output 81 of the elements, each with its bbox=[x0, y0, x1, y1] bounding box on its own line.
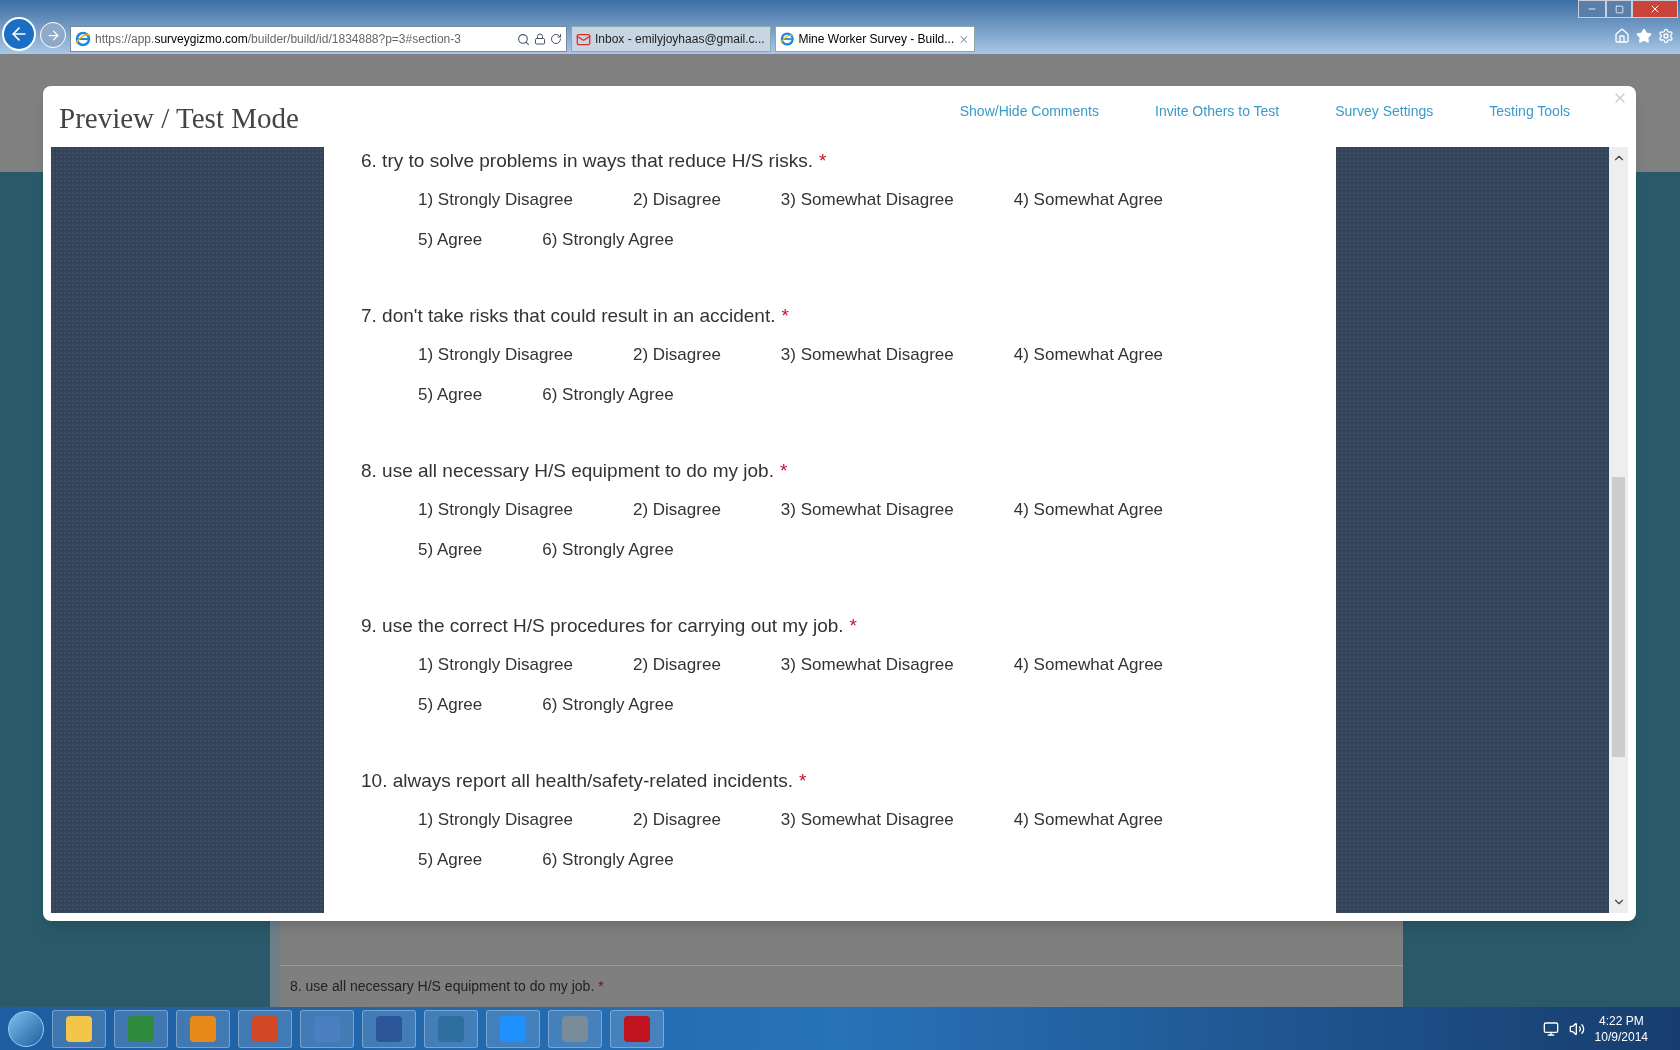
minimize-button[interactable] bbox=[1578, 0, 1606, 18]
taskbar-app-icon[interactable] bbox=[176, 1009, 230, 1048]
forward-button[interactable] bbox=[40, 22, 66, 48]
answer-option[interactable]: 4) Somewhat Agree bbox=[1013, 807, 1164, 828]
browser-tab[interactable]: Mine Worker Survey - Build... bbox=[775, 26, 975, 52]
answer-option[interactable]: 3) Somewhat Disagree bbox=[780, 342, 954, 363]
taskbar-app-icon[interactable] bbox=[610, 1009, 664, 1048]
answer-option[interactable]: 1) Strongly Disagree bbox=[418, 342, 573, 363]
answer-option[interactable]: 6) Strongly Agree bbox=[542, 692, 674, 713]
answer-option[interactable]: 6) Strongly Agree bbox=[542, 227, 674, 248]
search-icon[interactable] bbox=[517, 32, 530, 46]
answer-option[interactable]: 1) Strongly Disagree bbox=[418, 652, 573, 673]
answer-option[interactable]: 5) Agree bbox=[418, 692, 483, 713]
settings-icon[interactable] bbox=[1658, 28, 1674, 44]
volume-icon[interactable] bbox=[1568, 1020, 1585, 1037]
network-icon[interactable] bbox=[1542, 1020, 1559, 1037]
answer-option[interactable]: 6) Strongly Agree bbox=[542, 382, 674, 403]
clock-date: 10/9/2014 bbox=[1594, 1028, 1648, 1045]
scrollbar-thumb[interactable] bbox=[1612, 477, 1625, 757]
answer-option[interactable]: 3) Somewhat Disagree bbox=[780, 652, 954, 673]
answer-option[interactable]: 2) Disagree bbox=[632, 652, 721, 673]
answer-option[interactable]: 3) Somewhat Disagree bbox=[780, 187, 954, 208]
address-bar[interactable]: https://app.surveygizmo.com/builder/build/id/1834888?p=3#section-3 bbox=[70, 26, 567, 52]
question-text: 10. always report all health/safety-related incidents. * bbox=[361, 769, 808, 793]
taskbar-app-icon[interactable] bbox=[548, 1009, 602, 1048]
taskbar-app-icon[interactable] bbox=[486, 1009, 540, 1048]
clock-time: 4:22 PM bbox=[1598, 1012, 1644, 1029]
answer-option[interactable]: 3) Somewhat Disagree bbox=[780, 497, 954, 518]
answer-option[interactable]: 2) Disagree bbox=[632, 187, 721, 208]
answer-option[interactable]: 2) Disagree bbox=[632, 807, 721, 828]
answer-option[interactable]: 1) Strongly Disagree bbox=[418, 807, 573, 828]
required-asterisk: * bbox=[781, 305, 789, 326]
mail-icon bbox=[576, 31, 591, 47]
question-text: 6. try to solve problems in ways that reduce H/S risks. * bbox=[361, 149, 828, 173]
browser-tab[interactable]: Inbox - emilyjoyhaas@gmail.c... bbox=[571, 26, 771, 52]
close-window-button[interactable] bbox=[1632, 0, 1678, 18]
question-text: 7. don't take risks that could result in an accident. * bbox=[361, 304, 790, 328]
answer-option[interactable]: 5) Agree bbox=[418, 382, 483, 403]
lock-icon bbox=[534, 33, 546, 45]
answer-option[interactable]: 5) Agree bbox=[418, 537, 483, 558]
close-icon bbox=[1649, 3, 1661, 15]
taskbar-app-icon[interactable] bbox=[300, 1009, 354, 1048]
url-text: https://app.surveygizmo.com/builder/build/id/1834888?p=3#section-3 bbox=[95, 31, 462, 48]
answer-option[interactable]: 2) Disagree bbox=[632, 497, 721, 518]
favorites-icon[interactable] bbox=[1636, 28, 1652, 44]
answer-option[interactable]: 2) Disagree bbox=[632, 342, 721, 363]
answer-option[interactable]: 6) Strongly Agree bbox=[542, 847, 674, 868]
question-text: 8. use all necessary H/S equipment to do my job. * bbox=[361, 459, 789, 483]
taskbar-app-icon[interactable] bbox=[424, 1009, 478, 1048]
taskbar-app-icon[interactable] bbox=[238, 1009, 292, 1048]
answer-option[interactable]: 5) Agree bbox=[418, 847, 483, 868]
answer-option[interactable]: 4) Somewhat Agree bbox=[1013, 497, 1164, 518]
start-button[interactable] bbox=[8, 1010, 44, 1047]
forward-icon bbox=[45, 27, 61, 43]
restore-icon bbox=[1614, 4, 1624, 14]
refresh-icon[interactable] bbox=[550, 33, 562, 45]
question-text: 9. use the correct H/S procedures for carrying out my job. * bbox=[361, 614, 858, 638]
required-asterisk: * bbox=[849, 615, 857, 636]
back-button[interactable] bbox=[2, 17, 36, 51]
taskbar-app-icon[interactable] bbox=[362, 1009, 416, 1048]
required-asterisk: * bbox=[818, 150, 827, 171]
answer-option[interactable]: 6) Strongly Agree bbox=[542, 537, 674, 558]
restore-button[interactable] bbox=[1606, 0, 1632, 18]
answer-option[interactable]: 5) Agree bbox=[418, 227, 483, 248]
taskbar-app-icon[interactable] bbox=[114, 1009, 168, 1048]
answer-option[interactable]: 1) Strongly Disagree bbox=[418, 497, 573, 518]
browser-e-icon bbox=[75, 31, 91, 47]
scrollbar[interactable] bbox=[1609, 147, 1628, 913]
required-asterisk: * bbox=[779, 460, 788, 481]
required-asterisk: * bbox=[598, 978, 604, 994]
dialog-title: Preview / Test Mode bbox=[59, 100, 299, 136]
answer-option[interactable]: 3) Somewhat Disagree bbox=[780, 807, 954, 828]
answer-option[interactable]: 4) Somewhat Agree bbox=[1013, 342, 1164, 363]
browser-e-icon bbox=[780, 31, 795, 47]
answer-option[interactable]: 1) Strongly Disagree bbox=[418, 187, 573, 208]
answer-option[interactable]: 4) Somewhat Agree bbox=[1013, 652, 1164, 673]
taskbar-app-icon[interactable] bbox=[52, 1009, 106, 1048]
background-question-text: 8. use all necessary H/S equipment to do my job. * bbox=[290, 977, 604, 996]
home-icon[interactable] bbox=[1614, 28, 1630, 44]
required-asterisk: * bbox=[798, 770, 807, 791]
answer-option[interactable]: 4) Somewhat Agree bbox=[1013, 187, 1164, 208]
